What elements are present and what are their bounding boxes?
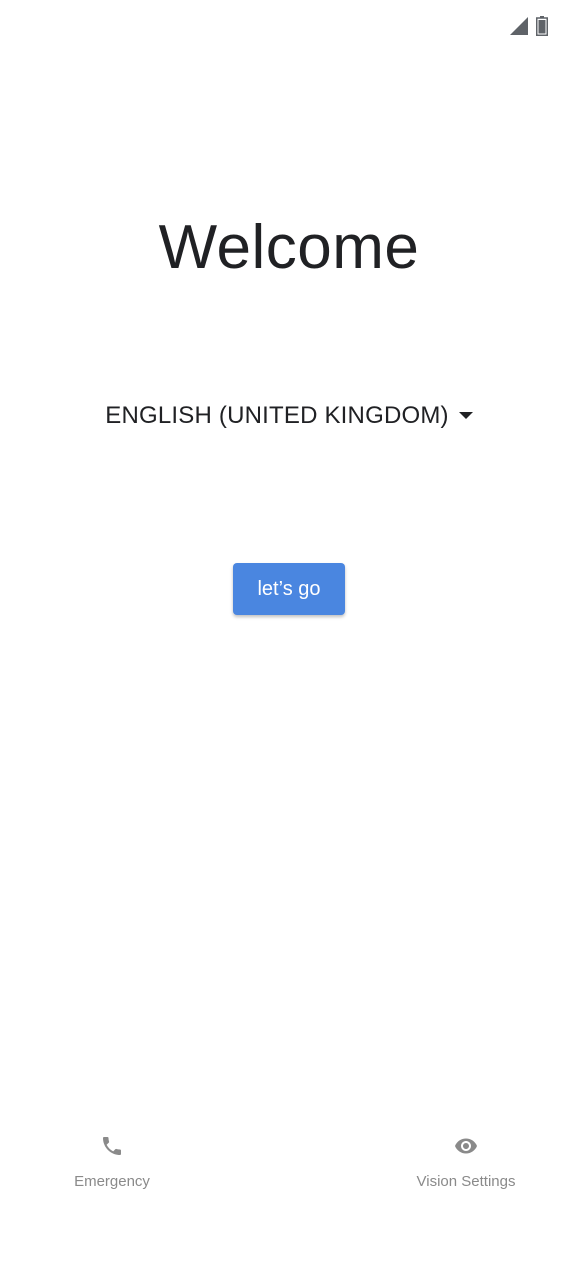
eye-icon — [452, 1134, 480, 1163]
welcome-title: Welcome — [158, 213, 420, 282]
language-selected-value: ENGLISH (UNITED KINGDOM) — [105, 402, 449, 429]
language-selector[interactable]: ENGLISH (UNITED KINGDOM) — [0, 402, 578, 430]
emergency-label: Emergency — [74, 1173, 150, 1190]
lets-go-button[interactable]: let’s go — [233, 563, 345, 615]
battery-icon — [536, 16, 548, 41]
cell-signal-icon — [510, 17, 528, 40]
phone-icon — [100, 1134, 124, 1163]
status-bar — [0, 0, 578, 56]
emergency-button[interactable]: Emergency — [62, 1134, 162, 1190]
vision-settings-label: Vision Settings — [416, 1173, 516, 1190]
status-icons — [510, 16, 548, 41]
vision-settings-button[interactable]: Vision Settings — [406, 1134, 526, 1190]
caret-down-icon — [458, 407, 473, 425]
